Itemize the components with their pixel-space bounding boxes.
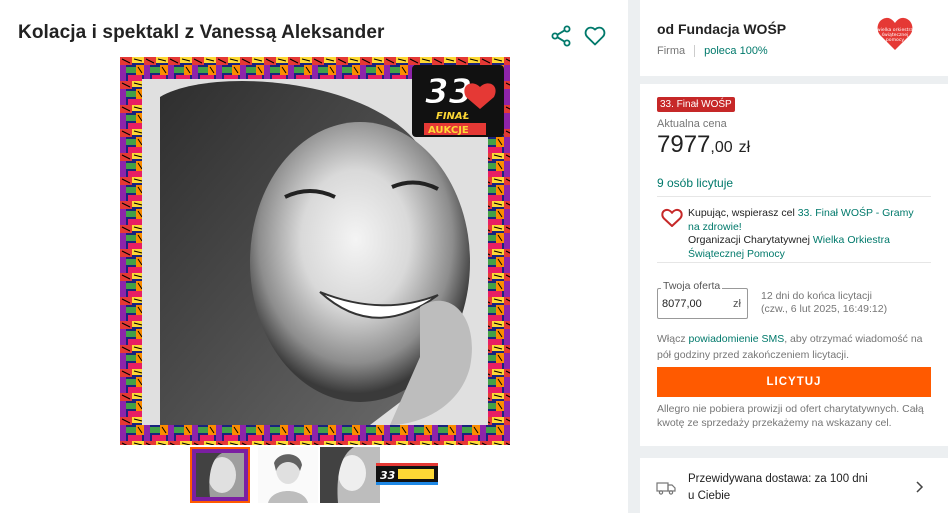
- seller-name[interactable]: od Fundacja WOŚP: [657, 21, 786, 37]
- svg-text:świątecznej: świątecznej: [882, 31, 909, 38]
- seller-card: od Fundacja WOŚP Firma poleca 100% wielka…: [640, 0, 948, 76]
- truck-icon: [656, 480, 676, 496]
- main-product-image[interactable]: 33 FINAŁ AUKCJE: [120, 57, 510, 445]
- time-left-date: (czw., 6 lut 2025, 16:49:12): [761, 303, 888, 315]
- offer-card: 33. Finał WOŚP Aktualna cena 7977,00 zł 9…: [640, 84, 948, 446]
- time-left-days: 12 dni do końca licytacji: [761, 290, 872, 302]
- seller-logo: wielka orkiestra świątecznej pomocy: [876, 16, 914, 52]
- price-label: Aktualna cena: [657, 118, 727, 130]
- sms-notification-text: Włącz powiadomienie SMS, aby otrzymać wi…: [657, 331, 933, 363]
- price-decimal: ,00: [710, 139, 733, 156]
- sms-notification-link[interactable]: powiadomienie SMS: [689, 333, 785, 345]
- bidders-count-link[interactable]: 9 osób licytuje: [657, 176, 733, 190]
- seller-rating[interactable]: poleca 100%: [704, 45, 768, 57]
- delivery-estimate: Przewidywana dostawa: za 100 dni u Ciebi…: [688, 471, 868, 505]
- seller-meta: Firma poleca 100%: [657, 45, 768, 58]
- svg-text:33: 33: [380, 469, 396, 482]
- delivery-line-1: Przewidywana dostawa: za 100 dni: [688, 473, 868, 485]
- badge-line2: AUKCJE: [428, 125, 469, 136]
- share-icon[interactable]: [549, 24, 573, 48]
- price-currency: zł: [738, 139, 751, 156]
- sms-text-1: Włącz: [657, 333, 689, 345]
- charity-text-1: Kupując, wspierasz cel: [688, 207, 798, 219]
- charity-info: Kupując, wspierasz cel 33. Finał WOŚP - …: [688, 207, 928, 261]
- charity-heart-icon: [661, 208, 683, 228]
- divider: [657, 262, 931, 263]
- divider: [657, 196, 931, 197]
- svg-text:pomocy: pomocy: [886, 38, 905, 43]
- badge-line1: FINAŁ: [436, 111, 470, 122]
- charity-text-2: Organizacji Charytatywnej: [688, 234, 813, 246]
- bid-field-label: Twoja oferta: [661, 280, 723, 292]
- seller-type: Firma: [657, 45, 686, 57]
- bid-button[interactable]: LICYTUJ: [657, 367, 931, 397]
- thumbnail-2[interactable]: [258, 447, 318, 503]
- final-badge: 33. Finał WOŚP: [657, 97, 735, 112]
- price-integer: 7977: [657, 131, 711, 158]
- listing-title: Kolacja i spektakl z Vanessą Aleksander: [18, 22, 385, 43]
- bid-field[interactable]: zł: [657, 288, 748, 319]
- bid-currency: zł: [733, 298, 741, 310]
- thumbnail-4[interactable]: 33: [376, 463, 438, 485]
- product-gallery-panel: Kolacja i spektakl z Vanessą Aleksander: [0, 0, 628, 513]
- divider: [694, 45, 696, 58]
- delivery-card[interactable]: Przewidywana dostawa: za 100 dni u Ciebi…: [640, 458, 948, 513]
- bid-amount-input[interactable]: [662, 298, 722, 310]
- watch-heart-icon[interactable]: [583, 24, 607, 48]
- time-left: 12 dni do końca licytacji (czw., 6 lut 2…: [761, 290, 887, 316]
- fee-note: Allegro nie pobiera prowizji od ofert ch…: [657, 403, 924, 429]
- thumbnail-1[interactable]: [190, 447, 250, 503]
- chevron-right-icon: [914, 480, 924, 493]
- delivery-line-2: u Ciebie: [688, 490, 731, 502]
- thumbnail-3[interactable]: [320, 447, 380, 503]
- current-price: 7977,00 zł: [657, 131, 750, 159]
